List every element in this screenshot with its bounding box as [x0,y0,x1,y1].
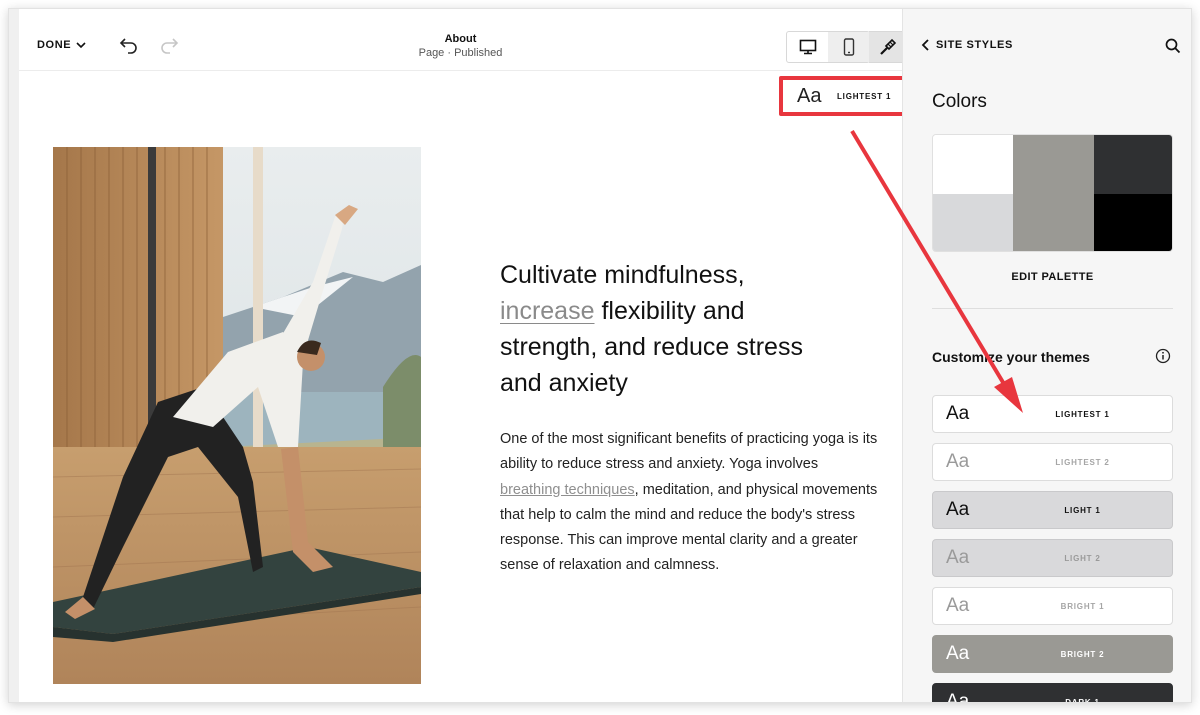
theme-item[interactable]: Aa LIGHTEST 1 [932,395,1173,433]
chevron-left-icon [921,39,929,51]
edit-palette-button[interactable]: EDIT PALETTE [932,271,1173,283]
yoga-photo [53,147,421,684]
palette-swatch [1094,135,1172,194]
theme-item[interactable]: Aa LIGHT 2 [932,539,1173,577]
themes-heading: Customize your themes [932,349,1090,365]
body-text-start: One of the most significant benefits of … [500,431,878,473]
desktop-view-button[interactable] [787,32,828,62]
theme-item-aa: Aa [946,499,970,520]
theme-item-aa: Aa [946,595,970,616]
section-headline: Cultivate mindfulness, increase flexibil… [500,257,840,401]
theme-item[interactable]: Aa BRIGHT 2 [932,635,1173,673]
section-theme-indicator[interactable]: Aa LIGHTEST 1 [779,76,911,116]
theme-list: Aa LIGHTEST 1 Aa LIGHTEST 2 Aa LIGHT 1 Aa LIGHT… [932,395,1173,703]
editor-toolbar: DONE About Page · Published [19,9,907,71]
desktop-icon [799,39,816,55]
theme-item-label: DARK 1 [1065,697,1100,703]
palette-swatch [1094,194,1172,251]
palette-swatch [1013,135,1094,251]
theme-item-label: LIGHT 1 [1064,505,1101,515]
theme-item-aa: Aa [946,451,970,472]
info-icon[interactable] [1155,348,1171,364]
palette-swatch [933,135,1013,194]
theme-name-label: LIGHTEST 1 [837,91,892,101]
headline-text-start: Cultivate mindfulness, [500,261,745,289]
colors-heading: Colors [932,91,987,112]
theme-item[interactable]: Aa LIGHTEST 2 [932,443,1173,481]
theme-item-aa: Aa [946,403,970,424]
theme-item[interactable]: Aa BRIGHT 1 [932,587,1173,625]
site-styles-label: SITE STYLES [936,39,1013,51]
theme-item[interactable]: Aa LIGHT 1 [932,491,1173,529]
panel-divider [932,308,1173,309]
site-styles-back-button[interactable]: SITE STYLES [921,39,1013,51]
theme-item-aa: Aa [946,691,970,703]
search-icon[interactable] [1165,38,1181,54]
color-palette[interactable] [932,134,1173,252]
theme-preview-aa: Aa [797,84,822,107]
palette-swatch [933,194,1013,251]
mobile-view-button[interactable] [828,32,869,62]
paintbrush-icon [879,38,896,55]
device-toggle [786,31,870,63]
page-title: About [444,33,477,45]
site-styles-panel: SITE STYLES Colors EDIT PALETTE Customiz… [902,9,1191,703]
theme-item-label: LIGHT 2 [1064,553,1101,563]
theme-item-label: BRIGHT 1 [1060,601,1105,611]
theme-item-label: BRIGHT 2 [1060,649,1105,659]
page-status: Page · Published [418,47,503,59]
breathing-techniques-link[interactable]: breathing techniques [500,482,635,498]
theme-item-aa: Aa [946,643,970,664]
theme-item-aa: Aa [946,547,970,568]
theme-item[interactable]: Aa DARK 1 [932,683,1173,703]
theme-item-label: LIGHTEST 2 [1055,457,1110,467]
theme-item-label: LIGHTEST 1 [1055,409,1110,419]
section-body-text: One of the most significant benefits of … [500,427,880,579]
headline-link[interactable]: increase [500,297,595,325]
page-editor: DONE About Page · Published Aa LIGHTEST … [9,9,911,702]
mobile-icon [843,38,854,56]
browser-window: DONE About Page · Published Aa LIGHTEST … [8,8,1192,703]
